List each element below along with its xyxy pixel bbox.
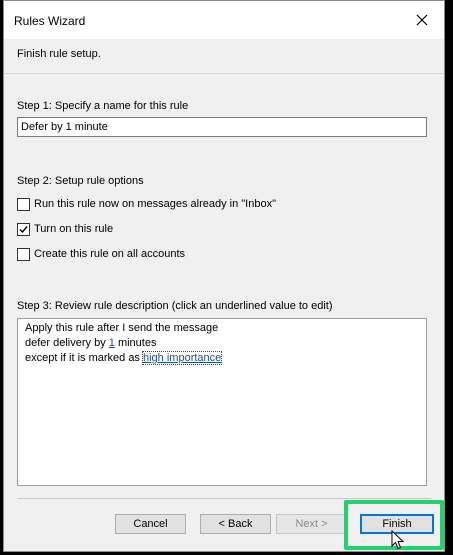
defer-suffix: minutes [114,337,157,349]
all-accounts-checkbox[interactable] [17,247,30,261]
turn-on-option[interactable]: Turn on this rule [17,221,113,237]
step1-label: Step 1: Specify a name for this rule [17,100,189,112]
run-now-option[interactable]: Run this rule now on messages already in… [17,196,276,212]
all-accounts-label: Create this rule on all accounts [34,248,186,260]
rule-name-input[interactable] [17,117,427,137]
turn-on-checkbox[interactable] [17,222,30,236]
header-divider [4,73,444,74]
all-accounts-option[interactable]: Create this rule on all accounts [17,246,185,262]
finish-button[interactable]: Finish [360,514,434,534]
description-line-2: defer delivery by 1 minutes [25,336,419,351]
exception-prefix: except if it is marked as [25,352,143,364]
window-title: Rules Wizard [14,14,86,28]
footer-divider [17,498,431,499]
checkmark-icon [19,225,28,233]
back-button[interactable]: < Back [200,514,271,534]
description-line-1: Apply this rule after I send the message [25,322,219,334]
step3-label: Step 3: Review rule description (click a… [17,300,333,312]
description-line-3: except if it is marked as high importanc… [25,351,419,366]
rule-description-box: Apply this rule after I send the message… [17,318,427,486]
cancel-button[interactable]: Cancel [115,514,186,534]
title-bar: Rules Wizard [4,1,444,39]
run-now-checkbox[interactable] [17,197,30,211]
turn-on-label: Turn on this rule [34,223,114,235]
page-heading: Finish rule setup. [17,48,101,60]
close-button[interactable] [400,1,444,39]
run-now-label: Run this rule now on messages already in… [34,198,276,210]
rules-wizard-dialog: Rules Wizard Finish rule setup. Step 1: … [3,0,445,552]
importance-link[interactable]: high importance [141,351,223,365]
step2-label: Step 2: Setup rule options [17,175,144,187]
defer-prefix: defer delivery by [25,337,109,349]
next-button: Next > [276,514,347,534]
close-icon [416,14,428,26]
